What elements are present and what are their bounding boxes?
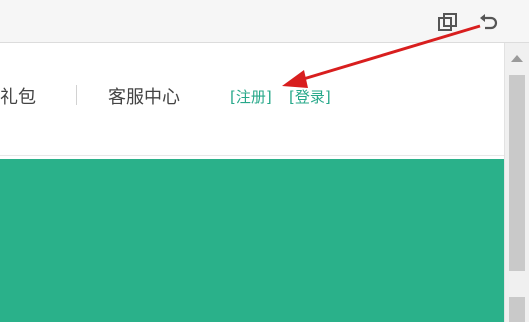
undo-icon[interactable] [478, 12, 500, 34]
login-link[interactable]: [登录] [289, 86, 331, 107]
screenshot-root: 礼包 客服中心 [注册] [登录] [0, 0, 529, 322]
scrollbar-thumb[interactable] [509, 75, 525, 271]
browser-toolbar [0, 0, 529, 43]
vertical-scrollbar[interactable] [504, 43, 529, 322]
scroll-up-arrow-icon[interactable] [511, 55, 523, 62]
scrollbar-track-segment [509, 297, 525, 322]
restore-window-icon[interactable] [437, 12, 459, 34]
green-banner [0, 159, 505, 322]
register-link[interactable]: [注册] [230, 86, 272, 107]
nav-gift-link[interactable]: 礼包 [0, 83, 36, 109]
site-header-nav: 礼包 客服中心 [注册] [登录] [0, 43, 505, 156]
nav-divider [76, 85, 77, 105]
nav-customer-service-link[interactable]: 客服中心 [108, 83, 180, 109]
